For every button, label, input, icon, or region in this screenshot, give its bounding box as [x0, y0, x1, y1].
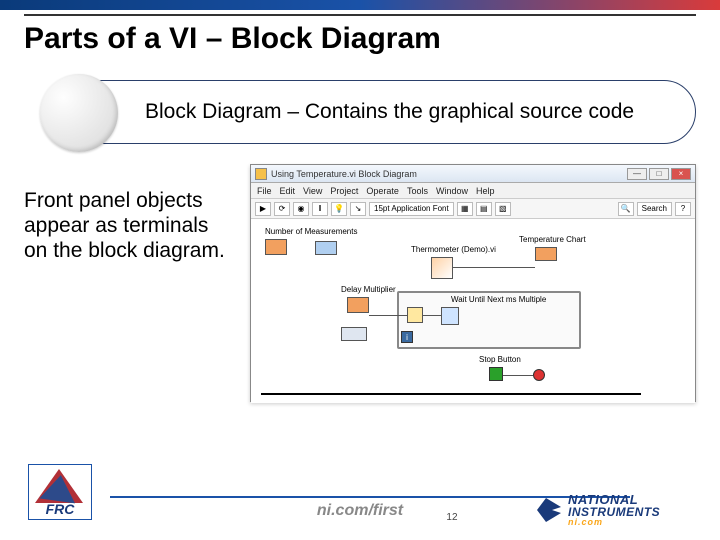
block-diagram-window: Using Temperature.vi Block Diagram — □ ×…	[250, 164, 696, 402]
ni-eagle-icon	[534, 495, 564, 525]
run-button[interactable]: ▶	[255, 202, 271, 216]
maximize-button[interactable]: □	[649, 168, 669, 180]
label-wait-vi: Wait Until Next ms Multiple	[451, 295, 546, 304]
pause-button[interactable]: ‖	[312, 202, 328, 216]
multiply-node[interactable]	[407, 307, 423, 323]
control-num-meas[interactable]	[265, 239, 287, 255]
wire4	[503, 375, 533, 376]
block-diagram-canvas[interactable]: Number of Measurements Thermometer (Demo…	[251, 219, 695, 403]
constant-500[interactable]	[341, 327, 367, 341]
distribute-button[interactable]: ▤	[476, 202, 492, 216]
footer-url: ni.com/first	[317, 502, 403, 520]
indicator-temp-chart[interactable]	[535, 247, 557, 261]
footer: ni.com/first 12 FRC NATIONAL INSTRUMENTS…	[0, 480, 720, 540]
highlight-button[interactable]: 💡	[331, 202, 347, 216]
control-stop[interactable]	[489, 367, 503, 381]
frc-text: FRC	[29, 501, 91, 517]
search-icon[interactable]: 🔍	[618, 202, 634, 216]
callout-bullet-circle	[40, 74, 118, 152]
menu-edit[interactable]: Edit	[280, 186, 296, 196]
menu-operate[interactable]: Operate	[366, 186, 399, 196]
title-underline	[24, 14, 696, 16]
search-field[interactable]: Search	[637, 202, 672, 216]
menu-tools[interactable]: Tools	[407, 186, 428, 196]
window-titlebar: Using Temperature.vi Block Diagram — □ ×	[251, 165, 695, 183]
font-select[interactable]: 15pt Application Font	[369, 202, 454, 216]
run-cont-button[interactable]: ⟳	[274, 202, 290, 216]
frc-logo: FRC	[28, 464, 92, 520]
minimize-button[interactable]: —	[627, 168, 647, 180]
menu-window[interactable]: Window	[436, 186, 468, 196]
align-button[interactable]: ▦	[457, 202, 473, 216]
for-count-terminal[interactable]	[315, 241, 337, 255]
control-delay-mult[interactable]	[347, 297, 369, 313]
wire3	[423, 315, 441, 316]
stop-condition[interactable]	[533, 369, 545, 381]
ni-text-3: ni.com	[568, 518, 660, 527]
callout-text: Block Diagram – Contains the graphical s…	[145, 100, 634, 124]
label-temp-chart: Temperature Chart	[519, 235, 586, 244]
ni-logo: NATIONAL INSTRUMENTS ni.com	[534, 492, 694, 528]
menu-bar: File Edit View Project Operate Tools Win…	[251, 183, 695, 199]
menu-help[interactable]: Help	[476, 186, 495, 196]
menu-view[interactable]: View	[303, 186, 322, 196]
iteration-terminal[interactable]: i	[401, 331, 413, 343]
label-stop: Stop Button	[479, 355, 521, 364]
help-button[interactable]: ?	[675, 202, 691, 216]
callout: Block Diagram – Contains the graphical s…	[24, 72, 696, 150]
abort-button[interactable]: ◉	[293, 202, 309, 216]
frc-triangle2-icon	[39, 473, 78, 504]
body-text: Front panel objects appear as terminals …	[24, 188, 234, 402]
step-button[interactable]: ↘	[350, 202, 366, 216]
top-accent-bar	[0, 0, 720, 10]
label-num-meas: Number of Measurements	[265, 227, 357, 236]
menu-file[interactable]: File	[257, 186, 272, 196]
bottom-border-wire	[261, 393, 641, 395]
toolbar: ▶ ⟳ ◉ ‖ 💡 ↘ 15pt Application Font ▦ ▤ ▧ …	[251, 199, 695, 219]
window-title: Using Temperature.vi Block Diagram	[271, 169, 417, 179]
wire	[453, 267, 535, 268]
wire2	[369, 315, 407, 316]
page-number: 12	[446, 512, 457, 523]
reorder-button[interactable]: ▧	[495, 202, 511, 216]
callout-pill: Block Diagram – Contains the graphical s…	[68, 80, 696, 144]
app-icon	[255, 168, 267, 180]
close-button[interactable]: ×	[671, 168, 691, 180]
slide-title: Parts of a VI – Block Diagram	[24, 22, 696, 56]
subvi-thermometer[interactable]	[431, 257, 453, 279]
menu-project[interactable]: Project	[330, 186, 358, 196]
label-thermometer: Thermometer (Demo).vi	[411, 245, 496, 254]
label-delay-mult: Delay Multiplier	[341, 285, 396, 294]
wait-vi[interactable]	[441, 307, 459, 325]
